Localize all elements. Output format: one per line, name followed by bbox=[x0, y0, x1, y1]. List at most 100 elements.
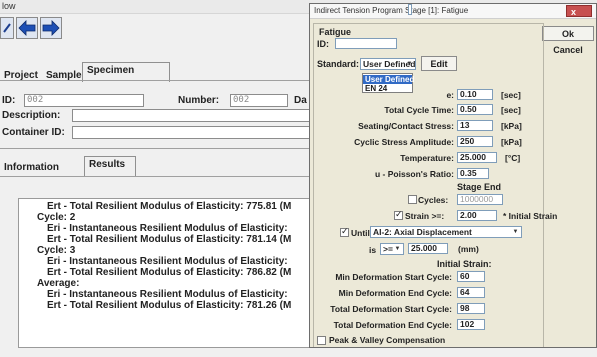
main-title-text: low bbox=[2, 1, 16, 11]
is-value-text[interactable]: 25.000 bbox=[408, 243, 448, 254]
cycles-checkbox[interactable] bbox=[408, 195, 417, 204]
result-line: Average: bbox=[37, 278, 80, 289]
param-value[interactable]: 0.35 bbox=[457, 168, 489, 179]
param-value[interactable]: 25.000 bbox=[457, 152, 497, 163]
strain-param-value[interactable]: 64 bbox=[457, 287, 485, 298]
result-line: Cycle: 3 bbox=[37, 245, 76, 256]
param-unit: [sec] bbox=[501, 105, 521, 115]
cycles-label: Cycles: bbox=[418, 195, 449, 205]
standard-label: Standard: bbox=[317, 59, 360, 69]
result-line: Cycle: 2 bbox=[37, 212, 76, 223]
toolbar-edge-button[interactable] bbox=[0, 17, 14, 39]
peak-valley-checkbox[interactable] bbox=[317, 336, 326, 345]
strain-unit: * Initial Strain bbox=[503, 211, 558, 221]
result-line: Ert - Total Resilient Modulus of Elastic… bbox=[47, 300, 292, 311]
until-label: Until bbox=[351, 228, 370, 238]
dialog-title: Indirect Tension Program Stage [1]: Fati… bbox=[314, 6, 469, 15]
strain-checkbox[interactable] bbox=[394, 209, 403, 220]
results-list[interactable]: Ert - Total Resilient Modulus of Elastic… bbox=[18, 198, 318, 348]
result-line: Eri - Instantaneous Resilient Modulus of… bbox=[47, 223, 288, 234]
subtab-divider bbox=[0, 176, 310, 177]
param-label: Temperature: bbox=[400, 153, 454, 163]
close-icon: x bbox=[571, 7, 577, 17]
container-id-field[interactable] bbox=[72, 126, 310, 139]
initial-strain-label: Initial Strain: bbox=[437, 259, 492, 269]
chevron-down-icon: ▼ bbox=[512, 229, 519, 235]
number-field[interactable]: 002 bbox=[230, 94, 288, 107]
dialog-id-field[interactable] bbox=[335, 38, 397, 49]
peak-valley-label: Peak & Valley Compensation bbox=[329, 335, 446, 345]
standard-dropdown-list[interactable]: User Defined EN 24 bbox=[362, 73, 414, 93]
standard-option[interactable]: User Defined bbox=[363, 75, 414, 84]
strain-param-value[interactable]: 102 bbox=[457, 319, 485, 330]
da-label: Da bbox=[294, 95, 307, 106]
strain-param-value[interactable]: 60 bbox=[457, 271, 485, 282]
back-arrow-button[interactable] bbox=[16, 17, 38, 39]
until-select[interactable]: AI-2: Axial Displacement ▼ bbox=[370, 226, 522, 238]
strain-field[interactable]: 2.00 bbox=[457, 210, 497, 221]
result-line: Ert - Total Resilient Modulus of Elastic… bbox=[47, 267, 292, 278]
toolbar-edge-icon bbox=[3, 23, 11, 33]
param-unit: [°C] bbox=[505, 153, 521, 163]
id-field[interactable]: 002 bbox=[24, 94, 144, 107]
is-value-field[interactable] bbox=[408, 4, 412, 15]
dialog-id-label: ID: bbox=[317, 39, 329, 49]
chevron-down-icon: ▼ bbox=[406, 61, 413, 67]
number-label: Number: bbox=[178, 95, 220, 106]
result-line: Eri - Instantaneous Resilient Modulus of… bbox=[47, 256, 288, 267]
group-label: Fatigue bbox=[319, 27, 352, 37]
strain-param-label: Total Deformation Start Cycle: bbox=[330, 304, 452, 314]
param-label: Seating/Contact Stress: bbox=[358, 121, 454, 131]
result-line: Ert - Total Resilient Modulus of Elastic… bbox=[47, 234, 292, 245]
param-value[interactable]: 13 bbox=[457, 120, 493, 131]
tab-results[interactable]: Results bbox=[84, 156, 136, 176]
description-field[interactable] bbox=[72, 109, 310, 122]
edit-button[interactable]: Edit bbox=[421, 56, 457, 71]
param-unit: [sec] bbox=[501, 90, 521, 100]
result-line: Ert - Total Resilient Modulus of Elastic… bbox=[47, 201, 292, 212]
param-value[interactable]: 0.50 bbox=[457, 104, 493, 115]
standard-select[interactable]: User Defined ▼ bbox=[360, 58, 416, 70]
param-unit: [kPa] bbox=[501, 137, 522, 147]
section-divider bbox=[0, 148, 310, 149]
back-arrow-icon bbox=[18, 20, 36, 36]
until-checkbox[interactable] bbox=[340, 226, 349, 237]
container-id-label: Container ID: bbox=[2, 127, 65, 138]
is-label: is bbox=[369, 245, 377, 255]
param-label: Cyclic Stress Amplitude: bbox=[354, 137, 454, 147]
forward-arrow-button[interactable] bbox=[40, 17, 62, 39]
strain-param-label: Total Deformation End Cycle: bbox=[333, 320, 452, 330]
description-label: Description: bbox=[2, 110, 61, 121]
param-label: Total Cycle Time: bbox=[384, 105, 454, 115]
strain-param-label: Min Deformation Start Cycle: bbox=[335, 272, 452, 282]
strain-label: Strain >=: bbox=[405, 211, 445, 221]
is-unit: (mm) bbox=[458, 244, 479, 254]
standard-option[interactable]: EN 24 bbox=[363, 84, 412, 93]
param-label: e: bbox=[446, 90, 454, 100]
param-value[interactable]: 250 bbox=[457, 136, 493, 147]
id-label: ID: bbox=[2, 95, 16, 106]
forward-arrow-icon bbox=[42, 20, 60, 36]
tab-project[interactable]: Project bbox=[0, 68, 42, 86]
param-value[interactable]: 0.10 bbox=[457, 89, 493, 100]
cycles-field[interactable]: 1000000 bbox=[457, 194, 503, 205]
fatigue-dialog: Indirect Tension Program Stage [1]: Fati… bbox=[309, 3, 597, 348]
tab-divider bbox=[0, 80, 310, 81]
until-select-value: AI-2: Axial Displacement bbox=[373, 227, 472, 237]
strain-param-label: Min Deformation End Cycle: bbox=[338, 288, 452, 298]
ok-button[interactable]: Ok bbox=[542, 26, 594, 41]
cancel-button[interactable]: Cancel bbox=[542, 42, 594, 57]
param-label: u - Poisson's Ratio: bbox=[375, 169, 454, 179]
dialog-title-bar: Indirect Tension Program Stage [1]: Fati… bbox=[310, 4, 596, 19]
param-unit: [kPa] bbox=[501, 121, 522, 131]
result-line: Eri - Instantaneous Resilient Modulus of… bbox=[47, 289, 288, 300]
close-button[interactable]: x bbox=[566, 5, 592, 17]
is-operator-select[interactable]: >= ▼ bbox=[380, 243, 404, 255]
tab-sample[interactable]: Sample bbox=[42, 68, 86, 86]
tab-specimen[interactable]: Specimen bbox=[82, 62, 170, 82]
stage-end-label: Stage End bbox=[457, 182, 502, 192]
chevron-down-icon: ▼ bbox=[394, 246, 401, 252]
fatigue-group bbox=[313, 23, 544, 347]
strain-param-value[interactable]: 98 bbox=[457, 303, 485, 314]
is-operator-value: >= bbox=[383, 244, 393, 254]
